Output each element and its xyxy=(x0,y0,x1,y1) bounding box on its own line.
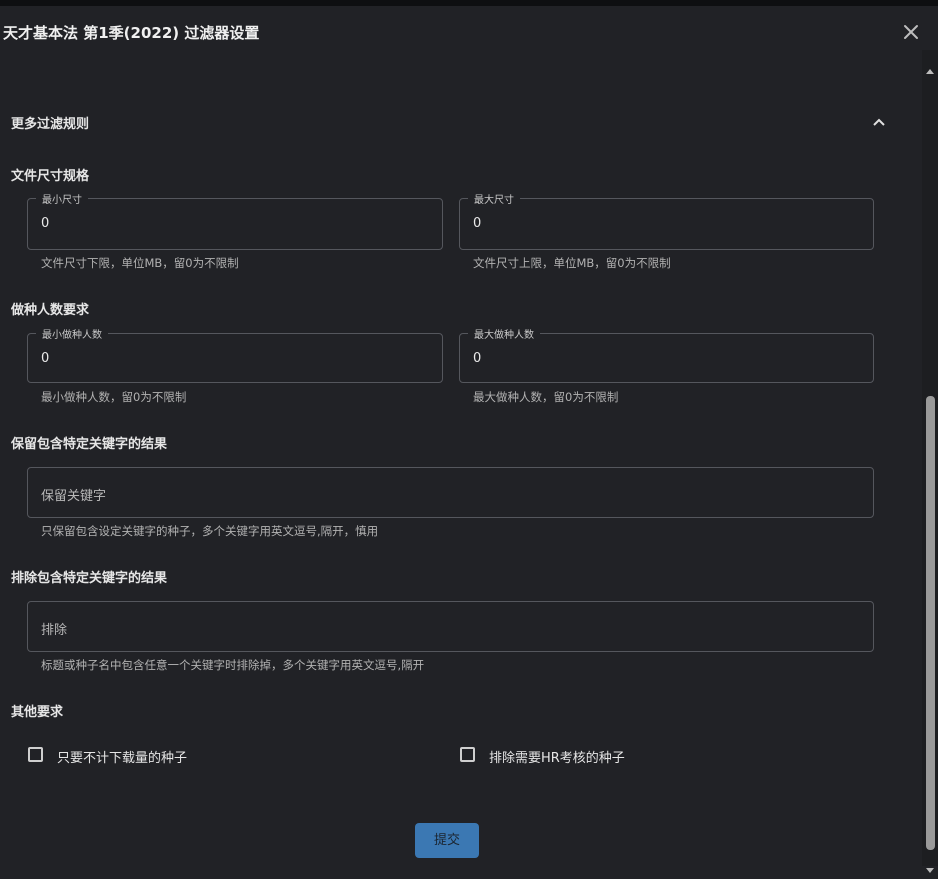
max-seeders-label: 最大做种人数 xyxy=(468,326,540,341)
include-keywords-hint: 只保留包含设定关键字的种子，多个关键字用英文逗号,隔开，慎用 xyxy=(41,524,379,538)
exclude-hr-label[interactable]: 排除需要HR考核的种子 xyxy=(489,747,625,766)
section-header-label: 更多过滤规则 xyxy=(11,117,90,132)
max-size-input[interactable]: 最大尺寸 0 xyxy=(459,191,874,250)
exclude-hr-checkbox[interactable]: 排除需要HR考核的种子 xyxy=(460,746,660,766)
chevron-up-icon[interactable] xyxy=(871,114,887,130)
file-size-title: 文件尺寸规格 xyxy=(11,169,90,184)
min-seeders-value[interactable]: 0 xyxy=(41,351,49,366)
more-filter-rules-header[interactable]: 更多过滤规则 xyxy=(11,112,891,132)
min-size-value[interactable]: 0 xyxy=(41,216,49,231)
include-keywords-input[interactable]: 保留关键字 xyxy=(27,467,874,518)
max-size-hint: 文件尺寸上限，单位MB，留0为不限制 xyxy=(473,256,671,270)
scroll-up-arrow-icon[interactable] xyxy=(925,60,935,74)
close-icon[interactable] xyxy=(899,20,923,44)
exclude-keywords-hint: 标题或种子名中包含任意一个关键字时排除掉，多个关键字用英文逗号,隔开 xyxy=(41,658,425,672)
max-size-label: 最大尺寸 xyxy=(468,191,520,206)
exclude-keywords-title: 排除包含特定关键字的结果 xyxy=(11,571,168,586)
min-seeders-input[interactable]: 最小做种人数 0 xyxy=(27,326,443,383)
other-requirements-title: 其他要求 xyxy=(11,705,64,720)
max-seeders-value[interactable]: 0 xyxy=(473,351,481,366)
submit-button[interactable]: 提交 xyxy=(415,823,479,858)
checkbox-box[interactable] xyxy=(460,747,475,762)
max-seeders-hint: 最大做种人数，留0为不限制 xyxy=(473,390,619,404)
min-size-hint: 文件尺寸下限，单位MB，留0为不限制 xyxy=(41,256,239,270)
dialog-title: 天才基本法 第1季(2022) 过滤器设置 xyxy=(3,24,260,42)
checkbox-box[interactable] xyxy=(28,747,43,762)
min-size-input[interactable]: 最小尺寸 0 xyxy=(27,191,443,250)
include-keywords-placeholder: 保留关键字 xyxy=(41,489,107,504)
free-download-label[interactable]: 只要不计下载量的种子 xyxy=(57,747,187,766)
max-size-value[interactable]: 0 xyxy=(473,216,481,231)
min-seeders-label: 最小做种人数 xyxy=(36,326,108,341)
exclude-keywords-placeholder: 排除 xyxy=(41,623,68,638)
max-seeders-input[interactable]: 最大做种人数 0 xyxy=(459,326,874,383)
scrollbar-thumb[interactable] xyxy=(926,396,935,850)
free-download-checkbox[interactable]: 只要不计下载量的种子 xyxy=(28,746,228,766)
seeders-title: 做种人数要求 xyxy=(11,303,90,318)
min-size-label: 最小尺寸 xyxy=(36,191,88,206)
exclude-keywords-input[interactable]: 排除 xyxy=(27,601,874,652)
include-keywords-title: 保留包含特定关键字的结果 xyxy=(11,437,168,452)
scroll-down-arrow-icon[interactable] xyxy=(925,860,935,873)
min-seeders-hint: 最小做种人数，留0为不限制 xyxy=(41,390,187,404)
